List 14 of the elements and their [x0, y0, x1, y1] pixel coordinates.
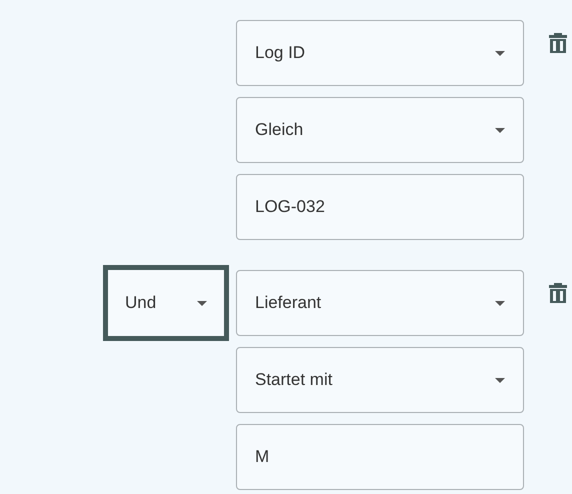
conjunction-dropdown[interactable]: Und — [103, 265, 229, 341]
caret-icon — [495, 128, 505, 132]
input-field[interactable]: M — [236, 424, 524, 490]
select-field[interactable]: Startet mit — [236, 347, 524, 413]
select-field[interactable]: Lieferant — [236, 270, 524, 336]
select-field[interactable]: Gleich — [236, 97, 524, 163]
caret-icon — [197, 300, 207, 306]
select-field[interactable]: Log ID — [236, 20, 524, 86]
caret-icon — [495, 300, 505, 306]
caret-icon — [495, 50, 505, 56]
delete-icon[interactable] — [549, 283, 567, 303]
caret-icon — [495, 378, 505, 382]
input-field[interactable]: LOG-032 — [236, 174, 524, 240]
delete-icon[interactable] — [549, 33, 567, 53]
